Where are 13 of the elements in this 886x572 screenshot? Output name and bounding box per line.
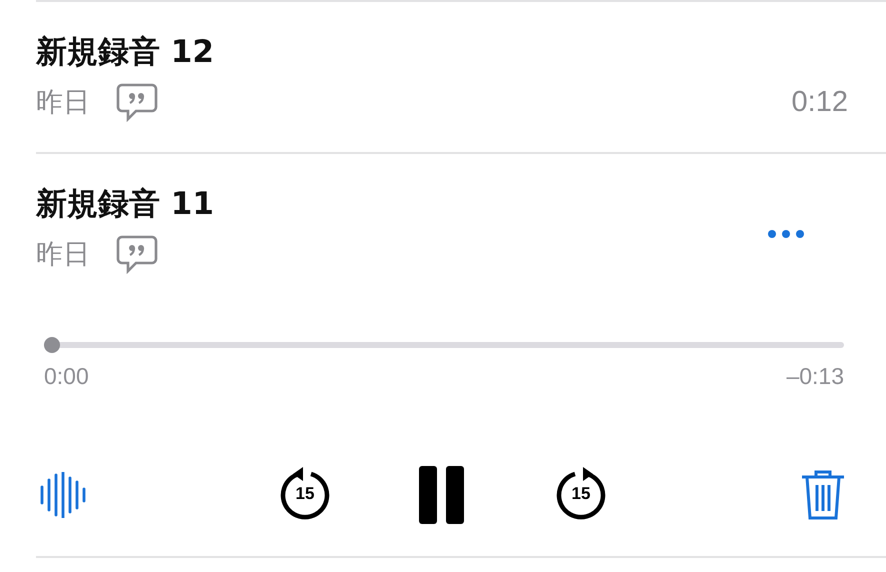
recording-duration: 0:12 xyxy=(792,86,848,118)
waveform-icon[interactable] xyxy=(40,472,86,518)
trash-icon[interactable] xyxy=(800,469,846,521)
slider-thumb[interactable] xyxy=(44,337,60,353)
recording-date: 昨日 xyxy=(36,86,90,120)
elapsed-time: 0:00 xyxy=(44,363,89,390)
remaining-time: –0:13 xyxy=(786,363,844,390)
skip-back-button[interactable]: 15 xyxy=(277,467,333,523)
recording-title: 新規録音 11 xyxy=(36,185,215,224)
recording-date: 昨日 xyxy=(36,238,90,272)
skip-forward-button[interactable]: 15 xyxy=(553,467,609,523)
recording-title: 新規録音 12 xyxy=(36,33,215,72)
pause-button[interactable] xyxy=(419,466,465,524)
